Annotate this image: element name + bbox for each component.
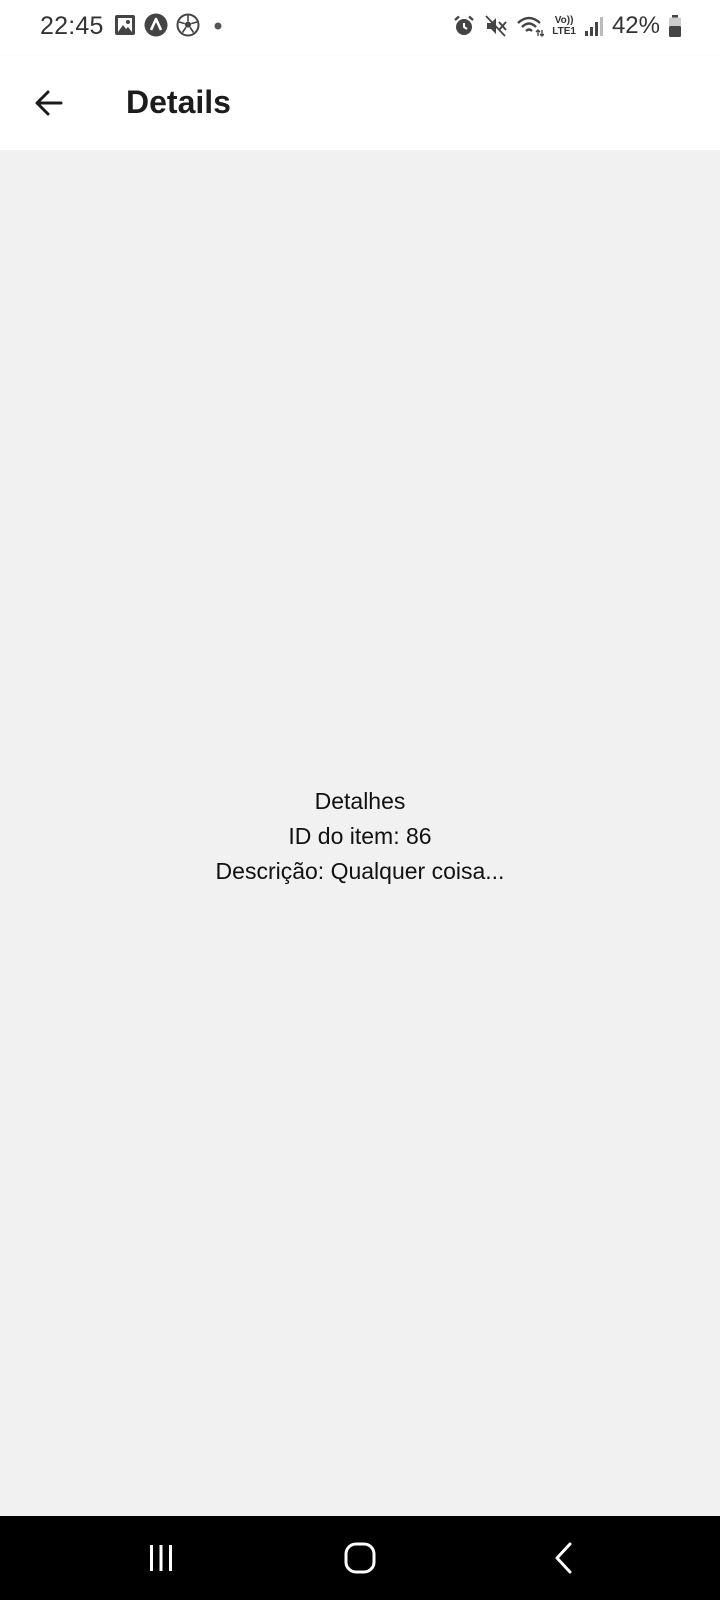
arrow-back-icon [35,90,63,116]
alarm-icon [454,15,475,35]
wifi-icon [517,16,545,37]
status-left-icons [114,13,228,37]
home-button[interactable] [330,1530,390,1586]
details-content: Detalhes ID do item: 86 Descrição: Qualq… [0,150,720,1516]
volte-bottom-label: LTE1 [552,26,576,37]
details-block: Detalhes ID do item: 86 Descrição: Qualq… [0,784,720,889]
description-text: Descrição: Qualquer coisa... [215,858,505,884]
back-button[interactable] [22,76,76,130]
status-bar: 22:45 Vo)) LTE1 42% [0,0,720,56]
battery-percent: 42% [611,12,660,39]
app-bar: Details [0,56,720,150]
details-heading: Detalhes [314,788,406,814]
soccer-ball-icon [176,13,200,37]
recent-apps-button[interactable] [131,1530,191,1586]
page-title: Details [126,84,231,120]
mute-icon [485,15,507,37]
home-icon [344,1542,376,1574]
volte-top-label: Vo)) [554,15,574,26]
status-time: 22:45 [40,12,104,40]
battery-icon [669,15,681,37]
back-chevron-icon [555,1542,572,1574]
recent-apps-icon [150,1545,172,1571]
app-a-icon [144,13,168,37]
item-id-text: ID do item: 86 [288,823,432,849]
notification-dot-icon [214,22,222,30]
system-back-button[interactable] [534,1530,594,1586]
gallery-icon [115,15,135,35]
signal-icon [584,17,603,36]
system-nav-bar [0,1516,720,1600]
volte-indicator: Vo)) LTE1 [552,15,576,37]
status-right-icons: Vo)) LTE1 42% [452,12,682,40]
